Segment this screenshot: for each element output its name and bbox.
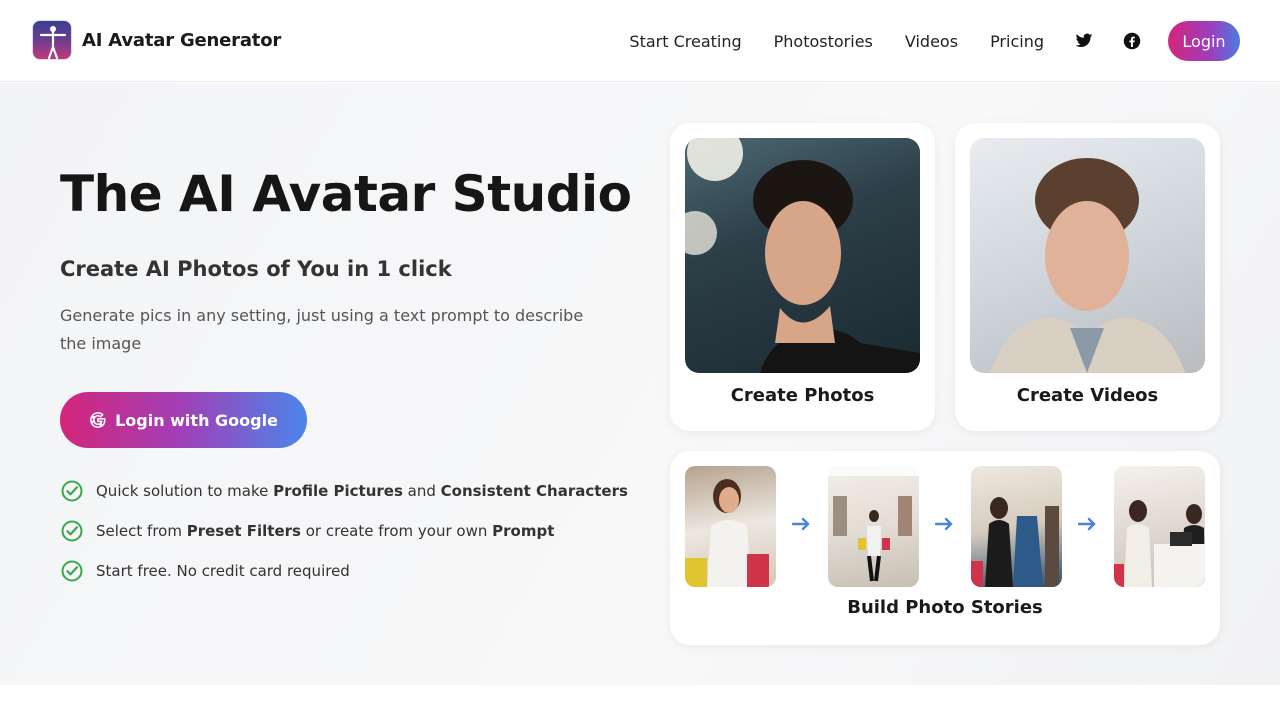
create-photos-card[interactable]: Create Photos bbox=[670, 123, 935, 431]
brand[interactable]: AI Avatar Generator bbox=[32, 20, 281, 60]
feature-item: Start free. No credit card required bbox=[60, 559, 628, 583]
nav-photostories[interactable]: Photostories bbox=[774, 32, 873, 51]
feature-text: Select from Preset Filters or create fro… bbox=[96, 522, 555, 540]
login-with-google-button[interactable]: Login with Google bbox=[60, 392, 307, 448]
login-with-google-label: Login with Google bbox=[115, 410, 278, 430]
hero-section: The AI Avatar Studio Create AI Photos of… bbox=[0, 83, 1280, 685]
main-nav: Start Creating Photostories Videos Prici… bbox=[629, 21, 1240, 61]
feature-item: Quick solution to make Profile Pictures … bbox=[60, 479, 628, 503]
check-circle-icon bbox=[61, 480, 83, 502]
page-footer-strip bbox=[0, 685, 1280, 720]
hero-description: Generate pics in any setting, just using… bbox=[60, 306, 584, 353]
facebook-icon[interactable] bbox=[1120, 29, 1144, 53]
create-photos-image[interactable] bbox=[685, 138, 920, 373]
nav-pricing[interactable]: Pricing bbox=[990, 32, 1044, 51]
story-image[interactable] bbox=[685, 466, 776, 587]
feature-text: Start free. No credit card required bbox=[96, 562, 350, 580]
nav-videos[interactable]: Videos bbox=[905, 32, 958, 51]
human-figure-logo-icon[interactable] bbox=[32, 20, 72, 60]
feature-text: Quick solution to make Profile Pictures … bbox=[96, 482, 628, 500]
login-button[interactable]: Login bbox=[1168, 21, 1240, 61]
nav-start-creating[interactable]: Start Creating bbox=[629, 32, 741, 51]
brand-name[interactable]: AI Avatar Generator bbox=[82, 30, 281, 51]
check-circle-icon bbox=[61, 560, 83, 582]
create-videos-label[interactable]: Create Videos bbox=[955, 385, 1220, 406]
create-photos-label[interactable]: Create Photos bbox=[670, 385, 935, 406]
build-photo-stories-card[interactable]: Build Photo Stories bbox=[670, 451, 1220, 645]
twitter-icon[interactable] bbox=[1072, 29, 1096, 53]
story-image[interactable] bbox=[1114, 466, 1205, 587]
feature-list: Quick solution to make Profile Pictures … bbox=[60, 479, 628, 599]
google-icon bbox=[89, 411, 107, 429]
build-photo-stories-label[interactable]: Build Photo Stories bbox=[670, 597, 1220, 618]
story-image[interactable] bbox=[971, 466, 1062, 587]
arrow-right-icon bbox=[935, 517, 953, 531]
story-image[interactable] bbox=[828, 466, 919, 587]
arrow-right-icon bbox=[792, 517, 810, 531]
feature-item: Select from Preset Filters or create fro… bbox=[60, 519, 628, 543]
hero-title: The AI Avatar Studio bbox=[60, 165, 632, 223]
create-videos-card[interactable]: Create Videos bbox=[955, 123, 1220, 431]
arrow-right-icon bbox=[1078, 517, 1096, 531]
hero-subtitle: Create AI Photos of You in 1 click bbox=[60, 257, 452, 281]
site-header: AI Avatar Generator Start Creating Photo… bbox=[0, 0, 1280, 82]
check-circle-icon bbox=[61, 520, 83, 542]
create-videos-image[interactable] bbox=[970, 138, 1205, 373]
